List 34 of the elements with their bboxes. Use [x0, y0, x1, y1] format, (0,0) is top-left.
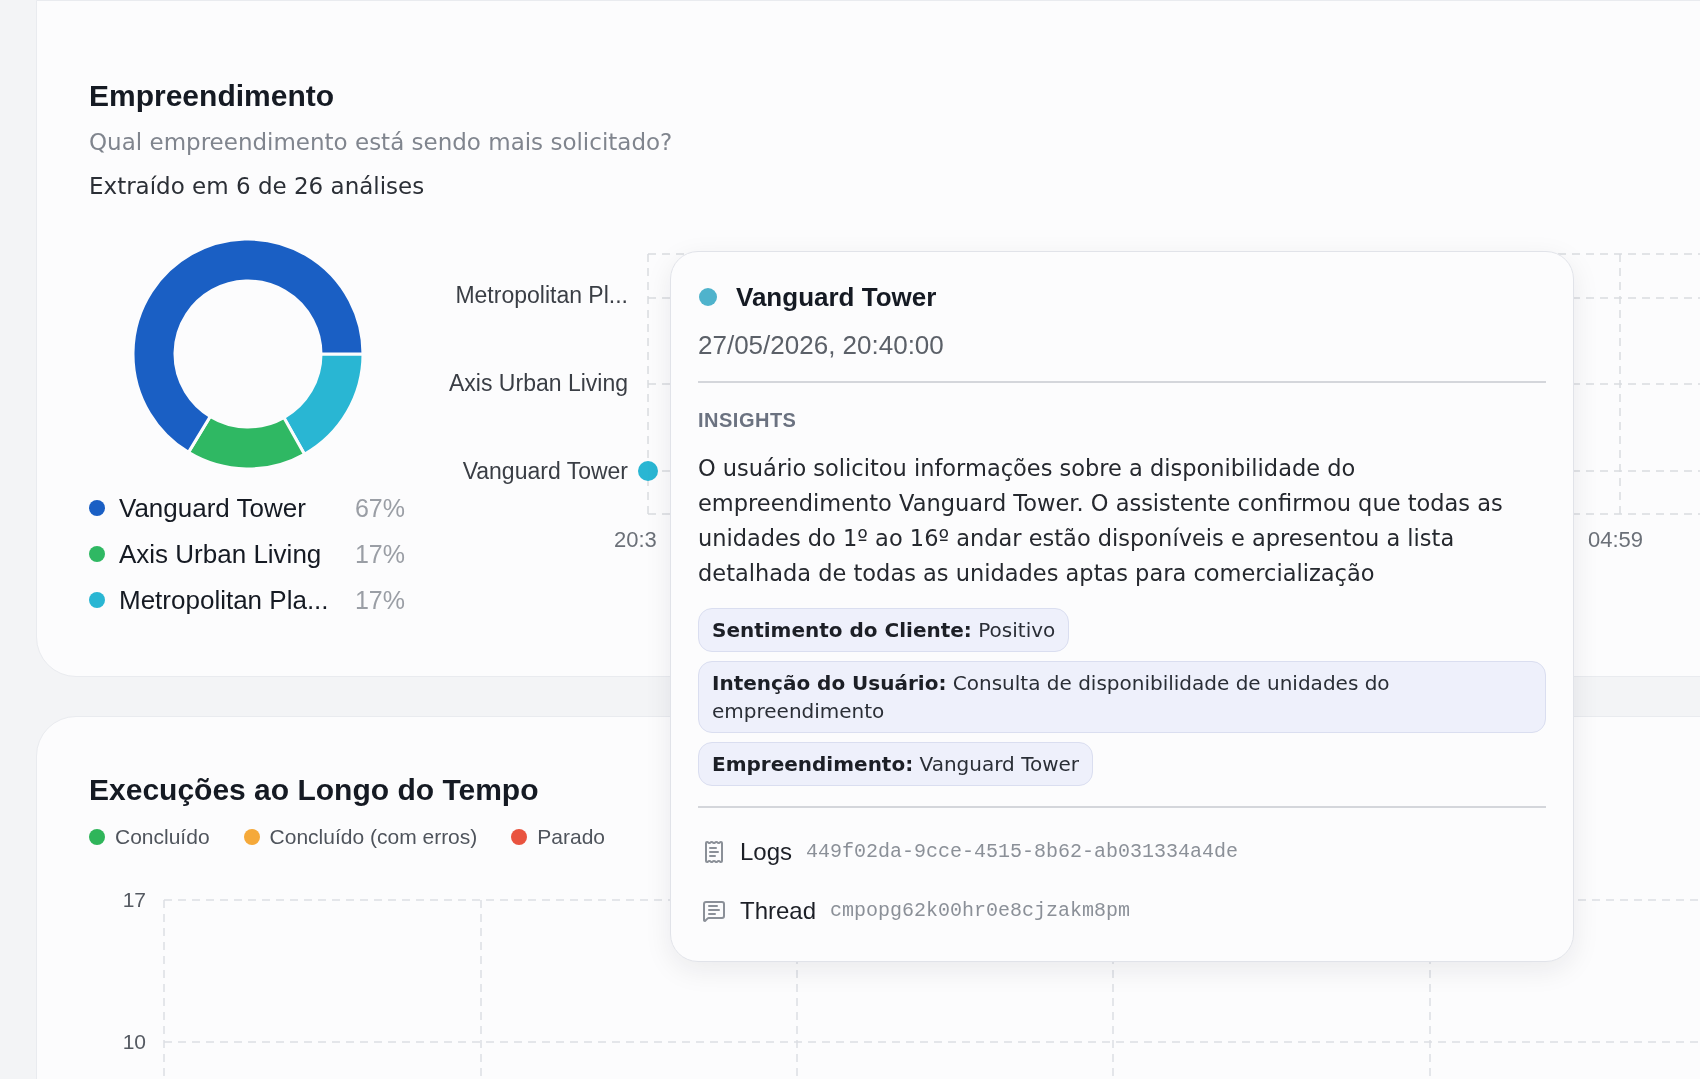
- message-icon: [702, 899, 726, 923]
- timestamp: 27/05/2026, 20:40:00: [698, 329, 944, 362]
- axis-label: Axis Urban Living: [449, 369, 628, 398]
- reference-id: cmpopg62k00hr0e8cjzakm8pm: [830, 898, 1131, 924]
- card-title: Empreendimento: [89, 78, 335, 114]
- reference-label: Thread: [740, 896, 817, 926]
- insight-tag: Sentimento do Cliente: Positivo: [698, 608, 1070, 652]
- reference-label: Logs: [740, 837, 793, 867]
- legend-label: Axis Urban Living: [119, 538, 323, 571]
- extraction-note: Extraído em 6 de 26 análises: [89, 172, 425, 201]
- axis-label: Vanguard Tower: [462, 457, 628, 486]
- series-dot: [699, 288, 717, 306]
- legend-label: Parado: [537, 824, 605, 850]
- axis-label: 04:59: [1588, 526, 1644, 554]
- legend-label: Vanguard Tower: [119, 492, 307, 525]
- section-heading: INSIGHTS: [698, 408, 797, 433]
- legend-label: Concluído: [115, 824, 210, 850]
- insight-summary: O usuário solicitou informações sobre a disponibilidade do empreendimento Vanguard Tower. O assistente confirmou que todas as unidades do 1º ao 16º andar estão disponíveis e apresentou a lista detalhada de todas as unidades aptas para comercialização: [698, 454, 1504, 588]
- insight-tag: Intenção do Usuário: Consulta de disponibilidade de unidades do empreendimento: [698, 661, 1546, 733]
- legend-percent: 17%: [354, 539, 405, 570]
- legend-label: Metropolitan Pla...: [119, 584, 330, 617]
- axis-label: 17: [122, 888, 146, 912]
- card-title: Execuções ao Longo do Tempo: [89, 772, 539, 808]
- legend-percent: 17%: [354, 585, 405, 616]
- legend-percent: 67%: [354, 493, 405, 524]
- axis-label: 10: [122, 1030, 146, 1054]
- axis-label: 20:3: [614, 526, 657, 554]
- card-question: Qual empreendimento está sendo mais solicitado?: [89, 128, 673, 157]
- legend-label: Concluído (com erros): [269, 824, 478, 850]
- axis-label: Metropolitan Pl...: [455, 281, 628, 310]
- insight-tag: Empreendimento: Vanguard Tower: [698, 742, 1094, 786]
- reference-id: 449f02da-9cce-4515-8b62-ab031334a4de: [806, 839, 1239, 865]
- receipt-icon: [702, 840, 726, 864]
- tooltip-title: Vanguard Tower: [736, 281, 937, 314]
